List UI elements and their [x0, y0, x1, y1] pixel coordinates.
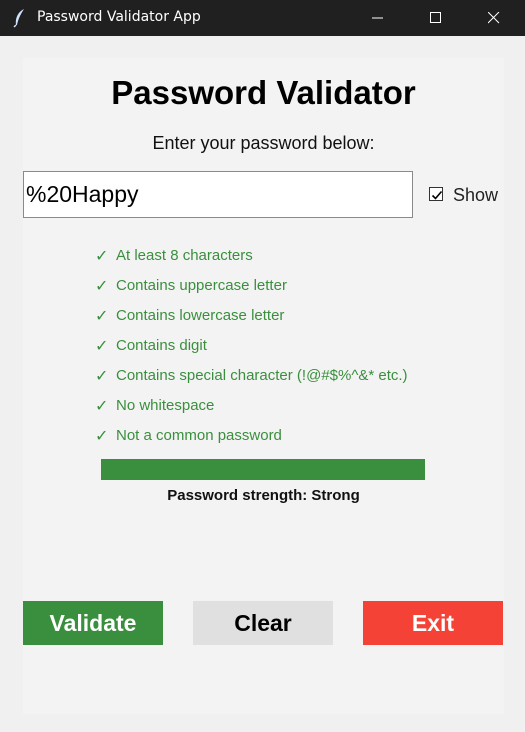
check-icon: ✓ — [95, 246, 109, 265]
title-bar[interactable]: Password Validator App — [0, 0, 525, 36]
requirement-label: Contains uppercase letter — [116, 277, 287, 294]
requirement-label: Not a common password — [116, 427, 282, 444]
requirement-label: Contains digit — [116, 337, 207, 354]
instructions-label: Enter your password below: — [152, 133, 375, 153]
check-icon: ✓ — [95, 276, 109, 295]
minimize-icon — [372, 17, 383, 19]
window-title: Password Validator App — [37, 9, 201, 25]
check-icon: ✓ — [95, 306, 109, 325]
show-label: Show — [453, 185, 499, 205]
clear-button[interactable]: Clear — [193, 601, 333, 645]
requirement-label: At least 8 characters — [116, 247, 253, 264]
check-icon: ✓ — [95, 396, 109, 415]
main-panel: Password Validator Enter your password b… — [23, 58, 504, 714]
close-icon — [488, 12, 500, 24]
maximize-button[interactable] — [413, 0, 459, 36]
page-title: Password Validator — [111, 74, 416, 111]
show-checkbox[interactable] — [429, 187, 443, 201]
strength-meter-fill — [101, 459, 425, 480]
check-icon: ✓ — [95, 366, 109, 385]
strength-label: Password strength: Strong — [167, 487, 360, 504]
requirement-label: Contains lowercase letter — [116, 307, 285, 324]
strength-meter — [101, 459, 425, 480]
app-window: Password Validator App Password Validato… — [0, 0, 525, 732]
check-icon: ✓ — [95, 336, 109, 355]
minimize-button[interactable] — [355, 0, 401, 36]
exit-button[interactable]: Exit — [363, 601, 503, 645]
close-button[interactable] — [471, 0, 517, 36]
requirement-label: No whitespace — [116, 397, 215, 414]
check-icon: ✓ — [95, 426, 109, 445]
password-input[interactable] — [23, 171, 413, 218]
feather-icon — [12, 8, 28, 28]
validate-button[interactable]: Validate — [23, 601, 163, 645]
checkmark-icon — [431, 190, 443, 200]
maximize-icon — [430, 12, 441, 23]
requirement-label: Contains special character (!@#$%^&* etc… — [116, 367, 408, 384]
